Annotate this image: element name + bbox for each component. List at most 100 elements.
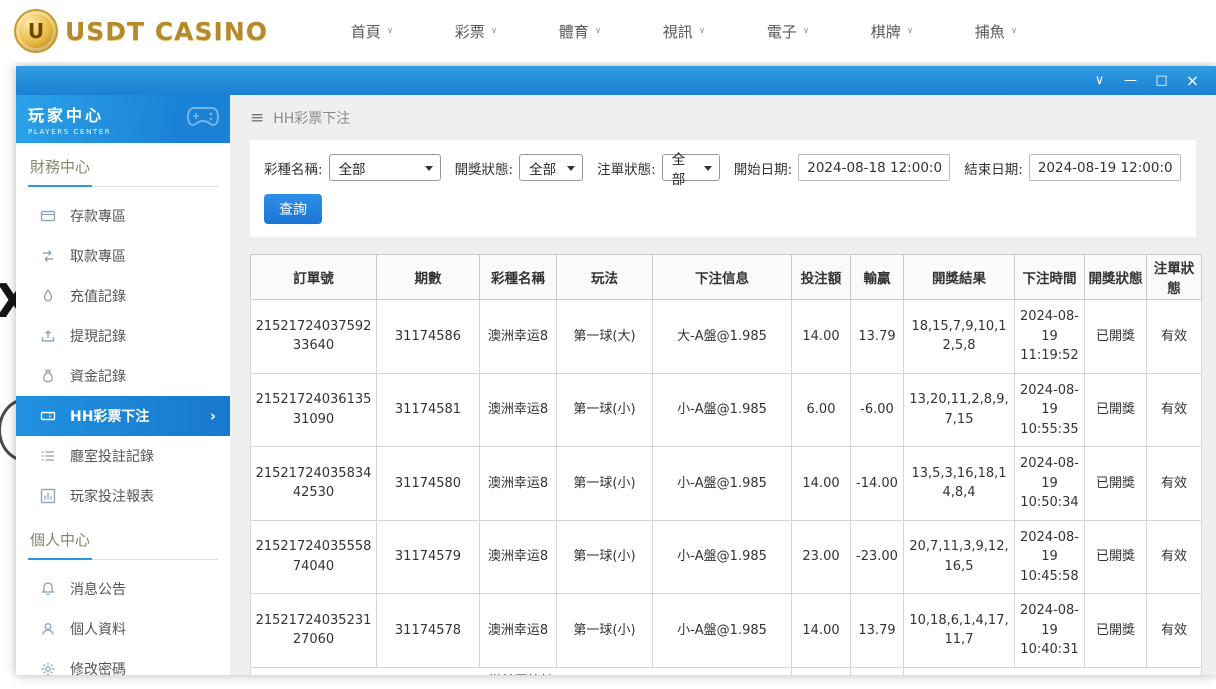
col-header-bet-info: 下注信息: [652, 254, 792, 300]
money-bag-icon: [40, 368, 56, 384]
cell-amount: 14.00: [791, 299, 851, 374]
cell-result: 20,7,11,3,9,12,16,5: [903, 519, 1015, 594]
cell-time: 2024-08-19 10:40:31: [1014, 593, 1085, 668]
cell-order: 2152172403613531090: [250, 372, 377, 447]
nav-item-label: 彩票: [454, 22, 485, 41]
window-close-button[interactable]: ×: [1177, 66, 1208, 95]
cell-period: 31174581: [376, 372, 480, 447]
sidebar-item-fund-records[interactable]: 資金記錄: [16, 356, 230, 396]
sidebar-item-change-password[interactable]: 修改密碼: [16, 649, 230, 689]
chevron-down-icon: ∨: [906, 26, 914, 36]
cell-period: 31174578: [376, 593, 480, 668]
table-header-row: 訂單號 期數 彩種名稱 玩法 下注信息 投注額 輸贏 開獎結果 下注時間 開獎狀…: [250, 254, 1202, 300]
cell-amount: 14.00: [791, 446, 851, 521]
cell-draw-status: 已開獎: [1084, 519, 1147, 594]
cell-play: 第一球(小): [556, 446, 653, 521]
nav-item-fishing[interactable]: 捕魚 ∨: [944, 21, 1048, 42]
cell-time: 2024-08-19 10:50:34: [1014, 446, 1085, 521]
site-logo[interactable]: U USDT CASINO: [14, 9, 268, 53]
cell-bet-status: 有效: [1146, 372, 1202, 447]
nav-item-lottery[interactable]: 彩票 ∨: [424, 21, 528, 42]
start-date-input[interactable]: [798, 154, 951, 181]
main-menu: 首頁 ∨ 彩票 ∨ 體育 ∨ 視訊 ∨ 電子 ∨ 棋牌 ∨ 捕魚 ∨: [320, 21, 1048, 42]
table-row: 2152172403759233640 31174586 澳洲幸运8 第一球(大…: [250, 299, 1202, 374]
cell-play: 第一球(小): [556, 519, 653, 594]
sidebar-item-label: 存款專區: [70, 209, 126, 225]
end-date-input[interactable]: [1028, 154, 1181, 181]
sidebar-item-deposit[interactable]: 存款專區: [16, 196, 230, 236]
cell-lottery: 澳洲幸运8: [479, 372, 557, 447]
summary-winloss: -15.42: [850, 666, 904, 675]
cell-result: 18,15,7,9,10,12,5,8: [903, 299, 1015, 374]
lottery-type-select[interactable]: 全部: [328, 154, 441, 181]
chevron-down-icon: ∨: [594, 26, 602, 36]
coin-logo-icon: U: [14, 9, 58, 53]
nav-item-sports[interactable]: 體育 ∨: [528, 21, 632, 42]
cell-result: 13,20,11,2,8,9,7,15: [903, 372, 1015, 447]
nav-item-live[interactable]: 視訊 ∨: [632, 21, 736, 42]
end-date-label: 結束日期:: [964, 161, 1023, 178]
upload-icon: [40, 328, 56, 344]
sidebar-item-recharge-records[interactable]: 充值記錄: [16, 276, 230, 316]
list-icon: [40, 448, 56, 464]
col-header-order: 訂單號: [250, 254, 377, 300]
transfer-arrows-icon: [40, 248, 56, 264]
sidebar-item-player-bet-report[interactable]: 玩家投注報表: [16, 476, 230, 516]
summary-label: 當前頁統計: [250, 666, 792, 675]
cell-lottery: 澳洲幸运8: [479, 593, 557, 668]
col-header-play: 玩法: [556, 254, 653, 300]
table-row: 2152172403583442530 31174580 澳洲幸运8 第一球(小…: [250, 446, 1202, 521]
window-minimize-button[interactable]: —: [1115, 66, 1146, 95]
col-header-winloss: 輸贏: [850, 254, 904, 300]
cell-amount: 23.00: [791, 519, 851, 594]
cell-result: 13,5,3,16,18,14,8,4: [903, 446, 1015, 521]
sidebar-finance-menu: 存款專區 取款專區 充值記錄 提現記錄 資金記錄 HH彩票下注 › 廳室投註記錄…: [16, 196, 230, 516]
sidebar-item-hall-bet-records[interactable]: 廳室投註記錄: [16, 436, 230, 476]
sidebar-personal-menu: 消息公告 個人資料 修改密碼: [16, 569, 230, 689]
user-icon: [40, 621, 56, 637]
sidebar-item-withdraw-records[interactable]: 提現記錄: [16, 316, 230, 356]
cell-bet-status: 有效: [1146, 299, 1202, 374]
cell-play: 第一球(小): [556, 593, 653, 668]
start-date-label: 開始日期:: [733, 161, 793, 178]
site-logo-text: USDT CASINO: [65, 16, 268, 46]
sidebar-item-hh-lottery-bets[interactable]: HH彩票下注 ›: [16, 396, 230, 436]
bet-status-select[interactable]: 全部: [661, 152, 720, 188]
window-collapse-button[interactable]: ∨: [1084, 66, 1115, 95]
cell-order: 2152172403523127060: [250, 593, 377, 668]
sidebar-item-label: 消息公告: [70, 582, 126, 598]
nav-item-cards[interactable]: 棋牌 ∨: [840, 21, 944, 42]
col-header-lottery: 彩種名稱: [479, 254, 557, 300]
nav-item-home[interactable]: 首頁 ∨: [320, 21, 424, 42]
sidebar-item-withdraw[interactable]: 取款專區: [16, 236, 230, 276]
sidebar-section-personal: 個人中心: [28, 529, 218, 560]
nav-item-slots[interactable]: 電子 ∨: [736, 21, 840, 42]
cell-bet-info: 小-A盤@1.985: [652, 519, 792, 594]
col-header-draw-status: 開獎狀態: [1084, 254, 1147, 300]
search-button[interactable]: 查詢: [264, 194, 322, 224]
draw-status-select[interactable]: 全部: [519, 154, 584, 181]
cell-bet-status: 有效: [1146, 593, 1202, 668]
cell-lottery: 澳洲幸运8: [479, 446, 557, 521]
droplet-icon: [40, 288, 56, 304]
nav-item-label: 棋牌: [870, 22, 901, 41]
cell-winloss: 13.79: [850, 299, 904, 374]
col-header-bet-status: 注單狀態: [1146, 254, 1202, 300]
cell-draw-status: 已開獎: [1084, 299, 1147, 374]
cell-winloss: -23.00: [850, 519, 904, 594]
sidebar-item-profile[interactable]: 個人資料: [16, 609, 230, 649]
cell-bet-info: 大-A盤@1.985: [652, 299, 792, 374]
cell-draw-status: 已開獎: [1084, 446, 1147, 521]
cell-amount: 6.00: [791, 372, 851, 447]
sidebar-item-label: 充值記錄: [70, 289, 126, 305]
nav-item-label: 體育: [558, 22, 589, 41]
window-maximize-button[interactable]: □: [1146, 66, 1177, 95]
cell-order: 2152172403759233640: [250, 299, 377, 374]
hamburger-menu-icon[interactable]: ≡: [250, 108, 264, 128]
sidebar-item-label: 修改密碼: [70, 662, 126, 678]
sidebar-item-announcements[interactable]: 消息公告: [16, 569, 230, 609]
filter-panel: 彩種名稱: 全部 開獎狀態: 全部 注單狀態: 全部 開始日期: 結束日期: 查…: [250, 140, 1196, 237]
cell-order: 2152172403555874040: [250, 519, 377, 594]
nav-item-label: 視訊: [662, 22, 693, 41]
window-titlebar: ∨ — □ ×: [16, 66, 1216, 95]
